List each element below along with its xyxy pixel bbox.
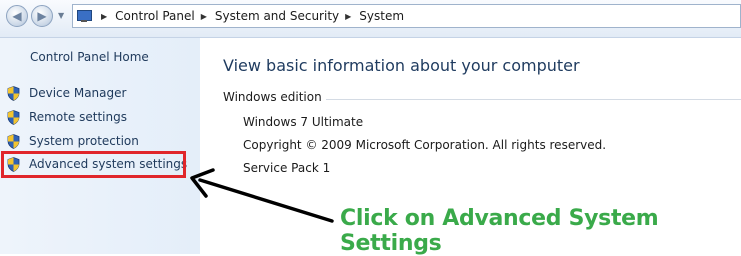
back-arrow-icon: ◀ <box>12 9 22 23</box>
sidebar-item-label: System protection <box>29 134 139 148</box>
back-button[interactable]: ◀ <box>6 5 28 27</box>
sidebar-item-system-protection[interactable]: System protection <box>7 132 139 150</box>
section-heading: Windows edition <box>223 90 326 104</box>
uac-shield-icon <box>7 133 20 149</box>
instruction-callout: Click on Advanced System Settings <box>340 206 659 256</box>
copyright-text: Copyright © 2009 Microsoft Corporation. … <box>243 138 607 152</box>
control-panel-icon <box>77 10 92 22</box>
service-pack-value: Service Pack 1 <box>243 161 331 175</box>
sidebar-item-label: Device Manager <box>29 86 127 100</box>
breadcrumb-chevron-icon[interactable]: ▶ <box>201 12 207 21</box>
sidebar-item-label: Remote settings <box>29 110 127 124</box>
recent-pages-dropdown[interactable]: ▼ <box>58 11 64 20</box>
highlight-box <box>1 151 186 178</box>
section-divider <box>312 99 741 100</box>
breadcrumb-chevron-icon[interactable]: ▶ <box>101 12 107 21</box>
page-title: View basic information about your comput… <box>223 56 580 75</box>
breadcrumb-control-panel[interactable]: Control Panel <box>115 9 195 23</box>
forward-button[interactable]: ▶ <box>31 5 53 27</box>
sidebar-item-device-manager[interactable]: Device Manager <box>7 84 126 102</box>
windows-edition-value: Windows 7 Ultimate <box>243 115 364 129</box>
navigation-bar: ◀ ▶ ▼ ▶ Control Panel ▶ System and Secur… <box>0 0 741 38</box>
task-pane: Control Panel Home Device Manager Remote… <box>0 38 200 254</box>
breadcrumb-system[interactable]: System <box>359 9 404 23</box>
uac-shield-icon <box>7 109 20 125</box>
control-panel-home-link[interactable]: Control Panel Home <box>30 50 149 64</box>
address-bar[interactable]: ▶ Control Panel ▶ System and Security ▶ … <box>72 4 741 28</box>
sidebar-item-remote-settings[interactable]: Remote settings <box>7 108 127 126</box>
forward-arrow-icon: ▶ <box>37 9 47 23</box>
breadcrumb-chevron-icon[interactable]: ▶ <box>345 12 351 21</box>
breadcrumb-system-and-security[interactable]: System and Security <box>215 9 339 23</box>
uac-shield-icon <box>7 85 20 101</box>
